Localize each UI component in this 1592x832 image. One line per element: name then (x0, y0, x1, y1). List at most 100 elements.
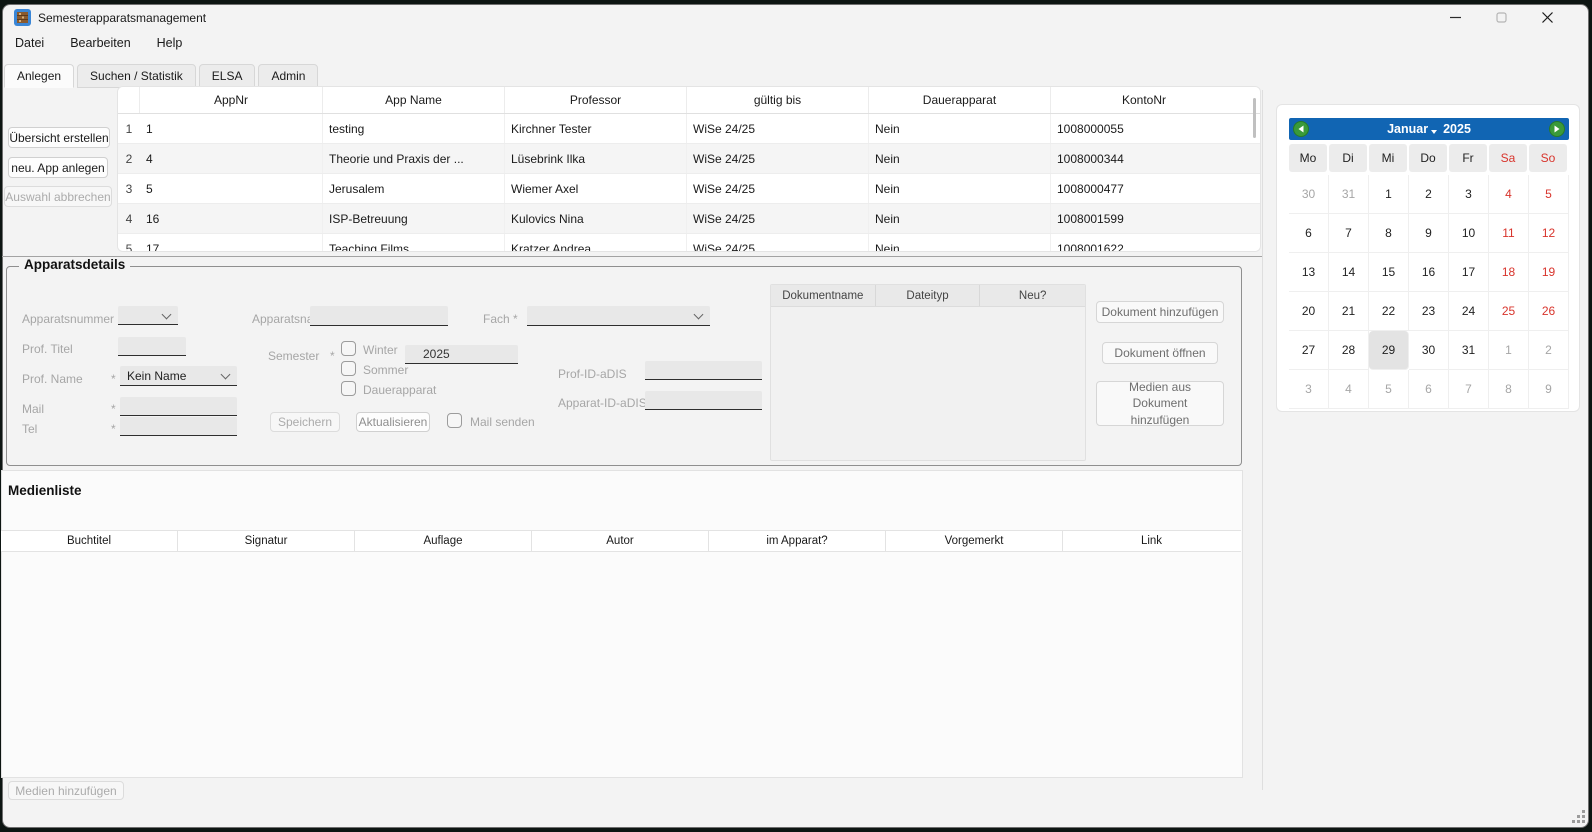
calendar-day[interactable]: 30 (1289, 175, 1329, 214)
winter-checkbox[interactable] (341, 341, 356, 356)
next-month-button[interactable] (1549, 121, 1565, 137)
mail-senden-checkbox[interactable] (447, 413, 462, 428)
calendar-day[interactable]: 9 (1529, 370, 1569, 409)
table-row[interactable]: 11testingKirchner TesterWiSe 24/25Nein10… (118, 114, 1260, 144)
calendar-day[interactable]: 31 (1449, 331, 1489, 370)
sommer-checkbox[interactable] (341, 361, 356, 376)
column-header-app-name[interactable]: App Name (323, 87, 505, 113)
speichern-button[interactable]: Speichern (270, 412, 340, 432)
uebersicht-erstellen-button[interactable]: Übersicht erstellen (8, 127, 110, 148)
table-row[interactable]: 517Teaching FilmsKratzer AndreaWiSe 24/2… (118, 234, 1260, 252)
table-row[interactable]: 24Theorie und Praxis der ...Lüsebrink Il… (118, 144, 1260, 174)
calendar-day[interactable]: 4 (1489, 175, 1529, 214)
calendar-day[interactable]: 31 (1329, 175, 1369, 214)
column-header-kontonr[interactable]: KontoNr (1051, 87, 1237, 113)
tab-admin[interactable]: Admin (258, 64, 318, 88)
document-list[interactable]: Dokumentname Dateityp Neu? (770, 284, 1086, 461)
calendar-day[interactable]: 23 (1409, 292, 1449, 331)
media-column-autor[interactable]: Autor (532, 531, 709, 551)
media-column-im-apparat[interactable]: im Apparat? (709, 531, 886, 551)
media-column-buchtitel[interactable]: Buchtitel (1, 531, 178, 551)
auswahl-abbrechen-button[interactable]: Auswahl abbrechen (4, 186, 112, 207)
column-header-appnr[interactable]: AppNr (140, 87, 323, 113)
calendar-day[interactable]: 30 (1409, 331, 1449, 370)
calendar-day[interactable]: 8 (1369, 214, 1409, 253)
column-header-gueltig-bis[interactable]: gültig bis (687, 87, 869, 113)
calendar-day[interactable]: 16 (1409, 253, 1449, 292)
calendar-day[interactable]: 24 (1449, 292, 1489, 331)
calendar-day[interactable]: 29 (1369, 331, 1409, 370)
dauerapparat-checkbox[interactable] (341, 381, 356, 396)
calendar-day[interactable]: 26 (1529, 292, 1569, 331)
media-column-link[interactable]: Link (1063, 531, 1240, 551)
table-row[interactable]: 35JerusalemWiemer AxelWiSe 24/25Nein1008… (118, 174, 1260, 204)
calendar-month[interactable]: Januar (1387, 122, 1428, 136)
tel-field[interactable] (120, 417, 237, 436)
dokument-oeffnen-button[interactable]: Dokument öffnen (1102, 342, 1218, 364)
medien-aus-dokument-button[interactable]: Medien aus Dokument hinzufügen (1096, 381, 1224, 426)
calendar-day[interactable]: 4 (1329, 370, 1369, 409)
neu-app-anlegen-button[interactable]: neu. App anlegen (8, 157, 108, 178)
calendar-day[interactable]: 10 (1449, 214, 1489, 253)
calendar-day[interactable]: 22 (1369, 292, 1409, 331)
calendar-day[interactable]: 2 (1529, 331, 1569, 370)
column-header-professor[interactable]: Professor (505, 87, 687, 113)
menu-help[interactable]: Help (157, 36, 183, 50)
calendar-day[interactable]: 20 (1289, 292, 1329, 331)
tab-elsa[interactable]: ELSA (199, 64, 256, 88)
menu-bearbeiten[interactable]: Bearbeiten (70, 36, 130, 50)
splitter[interactable] (2, 256, 1262, 257)
calendar-day[interactable]: 11 (1489, 214, 1529, 253)
resize-grip-icon[interactable] (1572, 810, 1586, 829)
prof-name-dropdown[interactable]: Kein Name (120, 366, 237, 386)
calendar-day[interactable]: 14 (1329, 253, 1369, 292)
mail-field[interactable] (120, 397, 237, 416)
calendar-day[interactable]: 3 (1449, 175, 1489, 214)
minimize-button[interactable] (1432, 5, 1478, 33)
menu-datei[interactable]: Datei (15, 36, 44, 50)
close-button[interactable] (1524, 5, 1570, 33)
calendar-day[interactable]: 19 (1529, 253, 1569, 292)
calendar-day[interactable]: 27 (1289, 331, 1329, 370)
apparat-id-adis-field[interactable] (645, 391, 762, 410)
calendar-day[interactable]: 7 (1449, 370, 1489, 409)
calendar-day[interactable]: 6 (1289, 214, 1329, 253)
table-row[interactable]: 416ISP-BetreuungKulovics NinaWiSe 24/25N… (118, 204, 1260, 234)
calendar-day[interactable]: 18 (1489, 253, 1529, 292)
maximize-button[interactable] (1478, 5, 1524, 33)
media-column-vorgemerkt[interactable]: Vorgemerkt (886, 531, 1063, 551)
calendar-day[interactable]: 25 (1489, 292, 1529, 331)
calendar-day[interactable]: 9 (1409, 214, 1449, 253)
calendar-day[interactable]: 21 (1329, 292, 1369, 331)
aktualisieren-button[interactable]: Aktualisieren (356, 412, 430, 432)
calendar-day[interactable]: 5 (1369, 370, 1409, 409)
apparatsname-field[interactable] (310, 306, 448, 326)
calendar-day[interactable]: 5 (1529, 175, 1569, 214)
media-column-signatur[interactable]: Signatur (178, 531, 355, 551)
media-column-auflage[interactable]: Auflage (355, 531, 532, 551)
calendar-day[interactable]: 12 (1529, 214, 1569, 253)
calendar-year[interactable]: 2025 (1443, 122, 1471, 136)
fach-dropdown[interactable] (527, 306, 710, 326)
calendar-day[interactable]: 8 (1489, 370, 1529, 409)
calendar-day[interactable]: 17 (1449, 253, 1489, 292)
medien-hinzufuegen-button[interactable]: Medien hinzufügen (8, 781, 124, 800)
tab-anlegen[interactable]: Anlegen (4, 64, 74, 88)
year-field[interactable]: 2025 (405, 345, 518, 364)
calendar-day[interactable]: 6 (1409, 370, 1449, 409)
prof-titel-field[interactable] (118, 337, 186, 356)
calendar-day[interactable]: 3 (1289, 370, 1329, 409)
calendar-day[interactable]: 7 (1329, 214, 1369, 253)
calendar-day[interactable]: 15 (1369, 253, 1409, 292)
dokument-hinzufuegen-button[interactable]: Dokument hinzufügen (1096, 301, 1224, 323)
table-scrollbar-thumb[interactable] (1253, 98, 1256, 138)
tab-suchen-statistik[interactable]: Suchen / Statistik (77, 64, 196, 88)
calendar-month-year[interactable]: Januar 2025 (1387, 122, 1471, 136)
calendar-day[interactable]: 1 (1369, 175, 1409, 214)
calendar-day[interactable]: 28 (1329, 331, 1369, 370)
column-header-dauerapparat[interactable]: Dauerapparat (869, 87, 1051, 113)
prof-id-adis-field[interactable] (645, 361, 762, 380)
prev-month-button[interactable] (1293, 121, 1309, 137)
calendar-day[interactable]: 1 (1489, 331, 1529, 370)
apparatsnummer-dropdown[interactable] (118, 306, 178, 325)
